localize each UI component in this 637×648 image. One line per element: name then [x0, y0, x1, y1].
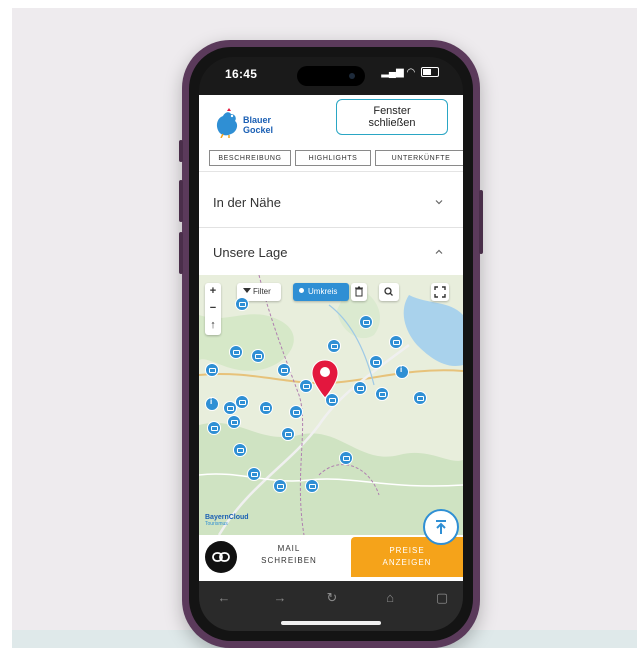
rooster-icon — [216, 108, 238, 138]
map-poi-marker[interactable] — [277, 363, 291, 377]
zoom-in-button[interactable]: + — [205, 283, 221, 300]
map-poi-marker[interactable] — [339, 451, 353, 465]
map-delete-button[interactable] — [351, 283, 367, 301]
link-icon — [212, 552, 230, 562]
prices-label-line-2: ANZEIGEN — [382, 558, 432, 567]
forward-arrow-icon[interactable]: → — [273, 591, 287, 605]
mail-button[interactable]: MAIL SCHREIBEN — [239, 543, 339, 567]
tab-highlights[interactable]: HIGHLIGHTS — [295, 150, 371, 166]
attribution-name: BayernCloud — [205, 514, 249, 521]
map-poi-marker[interactable] — [205, 363, 219, 377]
logo-line-2: Gockel — [243, 125, 274, 135]
close-window-button[interactable]: Fenster schließen — [336, 99, 448, 135]
map-restaurant-marker[interactable] — [227, 415, 241, 429]
map-poi-marker[interactable] — [251, 349, 265, 363]
accordion-location-label: Unsere Lage — [213, 245, 288, 260]
fullscreen-icon — [434, 286, 446, 298]
map-poi-marker[interactable] — [375, 387, 389, 401]
map-radius-label: Umkreis — [308, 287, 338, 296]
map-poi-marker[interactable] — [305, 479, 319, 493]
mail-label-line-1: MAIL — [277, 544, 301, 553]
map-poi-marker[interactable] — [413, 391, 427, 405]
map-poi-marker[interactable] — [353, 381, 367, 395]
mail-label-line-2: SCHREIBEN — [261, 556, 317, 565]
close-label-line-2: schließen — [368, 117, 416, 129]
tab-beschreibung[interactable]: BESCHREIBUNG — [209, 150, 291, 166]
map-poi-marker[interactable] — [229, 345, 243, 359]
scroll-to-top-button[interactable] — [423, 509, 459, 545]
attribution-sub: Tourismus — [205, 521, 228, 527]
wifi-icon: ◠ — [406, 67, 416, 78]
phone-frame: 16:45 ▂▄▆ ◠ Blauer Gockel Fenster schlie… — [179, 40, 483, 648]
mute-switch — [179, 140, 183, 162]
home-indicator — [281, 621, 381, 625]
close-label-line-1: Fenster — [373, 105, 411, 117]
map-poi-marker[interactable] — [281, 427, 295, 441]
map-poi-marker[interactable] — [369, 355, 383, 369]
map-radius-button[interactable]: Umkreis — [293, 283, 349, 301]
map-filter-label: Filter — [253, 287, 271, 296]
logo-text: Blauer Gockel — [243, 115, 273, 135]
map-poi-marker[interactable] — [235, 297, 249, 311]
map-search-button[interactable] — [379, 283, 399, 301]
map-fullscreen-button[interactable] — [431, 283, 449, 301]
chevron-down-icon — [435, 200, 443, 205]
volume-up-button — [179, 180, 183, 222]
location-map[interactable]: + − ↑ Filter Umkreis i i BayernCloud Tou… — [199, 275, 463, 535]
accordion-nearby[interactable]: In der Nähe — [199, 179, 463, 228]
section-tabs: BESCHREIBUNG HIGHLIGHTS UNTERKÜNFTE — [199, 145, 463, 172]
map-info-marker[interactable] — [395, 365, 409, 379]
map-poi-marker[interactable] — [247, 467, 261, 481]
search-icon — [384, 287, 393, 296]
status-time: 16:45 — [225, 67, 258, 81]
arrow-up-icon — [436, 520, 446, 534]
zoom-out-button[interactable]: − — [205, 300, 221, 317]
map-poi-marker[interactable] — [389, 335, 403, 349]
prices-label-line-1: PREISE — [389, 546, 425, 555]
map-attribution: BayernCloud Tourismus — [205, 514, 249, 527]
map-poi-marker[interactable] — [327, 339, 341, 353]
chat-button[interactable] — [205, 541, 237, 573]
back-arrow-icon[interactable]: ← — [217, 591, 231, 605]
status-bar: 16:45 ▂▄▆ ◠ — [199, 57, 463, 95]
volume-down-button — [179, 232, 183, 274]
blauer-gockel-logo[interactable]: Blauer Gockel — [213, 105, 279, 145]
web-app: Blauer Gockel Fenster schließen BESCHREI… — [199, 95, 463, 581]
power-button — [479, 190, 483, 254]
home-icon[interactable]: ⌂ — [383, 591, 397, 605]
map-poi-marker[interactable] — [233, 443, 247, 457]
map-poi-marker[interactable] — [273, 479, 287, 493]
map-zoom-control: + − ↑ — [205, 283, 221, 335]
phone-screen: 16:45 ▂▄▆ ◠ Blauer Gockel Fenster schlie… — [199, 57, 463, 631]
map-poi-marker[interactable] — [289, 405, 303, 419]
trash-icon — [355, 286, 363, 297]
accordion-location[interactable]: Unsere Lage — [199, 229, 463, 277]
accordion-nearby-label: In der Nähe — [213, 195, 281, 210]
tabs-icon[interactable]: ▢ — [435, 591, 449, 605]
reload-icon[interactable]: ↻ — [325, 591, 339, 605]
browser-toolbar: ← → ↻ ⌂ ▢ — [199, 581, 463, 631]
status-icons: ▂▄▆ ◠ — [381, 67, 439, 78]
compass-icon[interactable]: ↑ — [205, 317, 221, 334]
chevron-up-icon — [435, 249, 443, 254]
tab-unterkuenfte[interactable]: UNTERKÜNFTE — [375, 150, 463, 166]
map-poi-marker[interactable] — [207, 421, 221, 435]
map-info-marker[interactable] — [205, 397, 219, 411]
map-poi-marker[interactable] — [259, 401, 273, 415]
logo-line-1: Blauer — [243, 115, 272, 125]
battery-icon — [421, 67, 439, 78]
signal-icon: ▂▄▆ — [381, 67, 404, 78]
dynamic-island — [297, 66, 365, 86]
location-pin-icon[interactable] — [311, 359, 339, 399]
map-poi-marker[interactable] — [359, 315, 373, 329]
bottom-action-bar: MAIL SCHREIBEN PREISE ANZEIGEN — [199, 535, 463, 581]
map-poi-marker[interactable] — [235, 395, 249, 409]
